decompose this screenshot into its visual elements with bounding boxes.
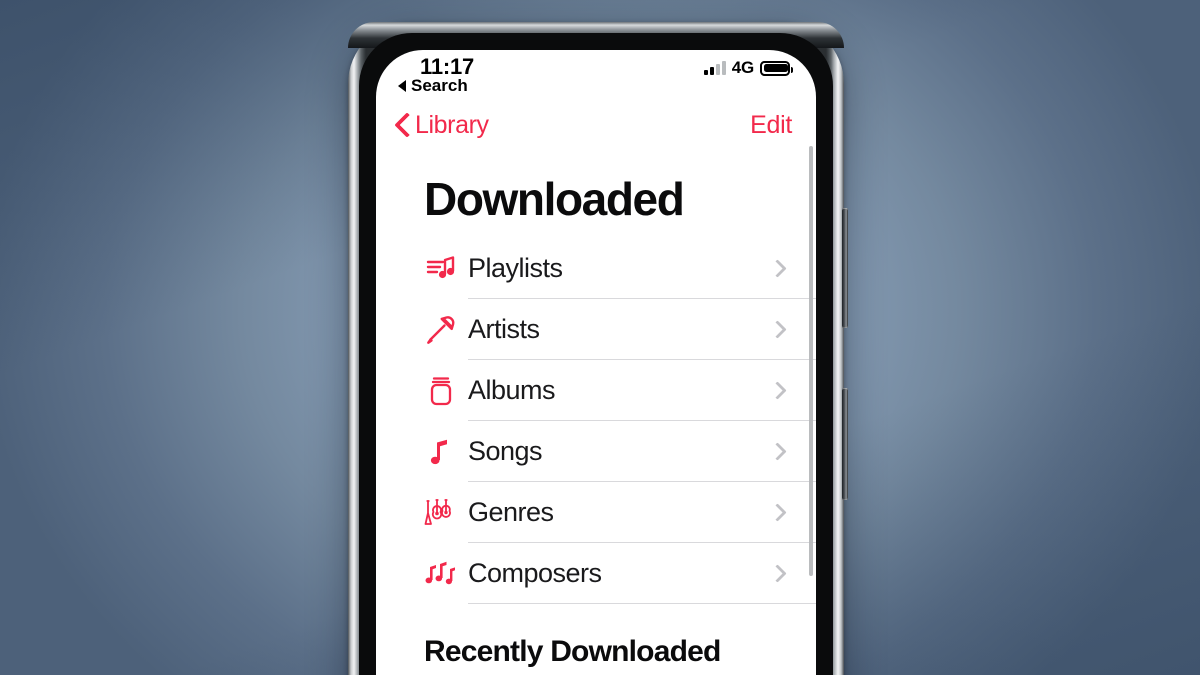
page-content: Downloaded Playlists Artists Albums Song… (376, 154, 816, 675)
library-row-playlists[interactable]: Playlists (424, 238, 816, 299)
albums-icon (424, 374, 468, 408)
double-music-note-icon (424, 557, 468, 591)
playlists-icon (424, 252, 468, 286)
chevron-right-icon (768, 381, 787, 400)
status-bar: 11:17 4G Search (376, 50, 816, 96)
page-title: Downloaded (424, 173, 685, 225)
microphone-icon (424, 313, 468, 347)
chevron-right-icon (768, 503, 787, 522)
signal-bars-icon (703, 61, 726, 75)
chevron-left-icon (394, 111, 410, 139)
back-to-library-button[interactable]: Library (394, 111, 489, 140)
vertical-scrollbar[interactable] (809, 146, 813, 576)
chevron-right-icon (768, 564, 787, 583)
library-row-label: Playlists (468, 253, 563, 283)
screenshot-stage: 11:17 4G Search Library Edit Downloaded … (0, 0, 1200, 675)
device-bezel: 11:17 4G Search Library Edit Downloaded … (359, 33, 833, 675)
library-list: Playlists Artists Albums Songs Genres Co… (376, 238, 816, 604)
carrier-label: 4G (731, 58, 754, 77)
music-note-icon (424, 435, 468, 469)
library-row-label: Genres (468, 497, 554, 527)
back-triangle-icon (398, 80, 406, 92)
library-row-artists[interactable]: Artists (424, 299, 816, 360)
library-row-label: Composers (468, 558, 602, 588)
library-row-composers[interactable]: Composers (424, 543, 816, 604)
iphone-device: 11:17 4G Search Library Edit Downloaded … (348, 22, 848, 675)
library-row-genres[interactable]: Genres (424, 482, 816, 543)
battery-full-icon (760, 60, 793, 76)
volume-down-button[interactable] (842, 388, 848, 500)
library-row-label: Songs (468, 436, 543, 466)
status-bar-indicators: 4G (703, 58, 793, 78)
chevron-right-icon (768, 442, 787, 461)
back-to-library-label: Library (415, 110, 489, 139)
navigation-bar: Library Edit (376, 96, 816, 154)
library-row-albums[interactable]: Albums (424, 360, 816, 421)
recently-downloaded-heading: Recently Downloaded (424, 635, 721, 668)
library-row-label: Artists (468, 314, 540, 344)
device-screen: 11:17 4G Search Library Edit Downloaded … (376, 50, 816, 675)
edit-button[interactable]: Edit (750, 111, 792, 140)
return-to-search-label: Search (411, 76, 468, 95)
return-to-search-link[interactable]: Search (398, 76, 468, 96)
library-row-label: Albums (468, 375, 556, 405)
chevron-right-icon (768, 259, 787, 278)
chevron-right-icon (768, 320, 787, 339)
library-row-songs[interactable]: Songs (424, 421, 816, 482)
volume-up-button[interactable] (842, 208, 848, 328)
guitars-icon (424, 496, 468, 530)
